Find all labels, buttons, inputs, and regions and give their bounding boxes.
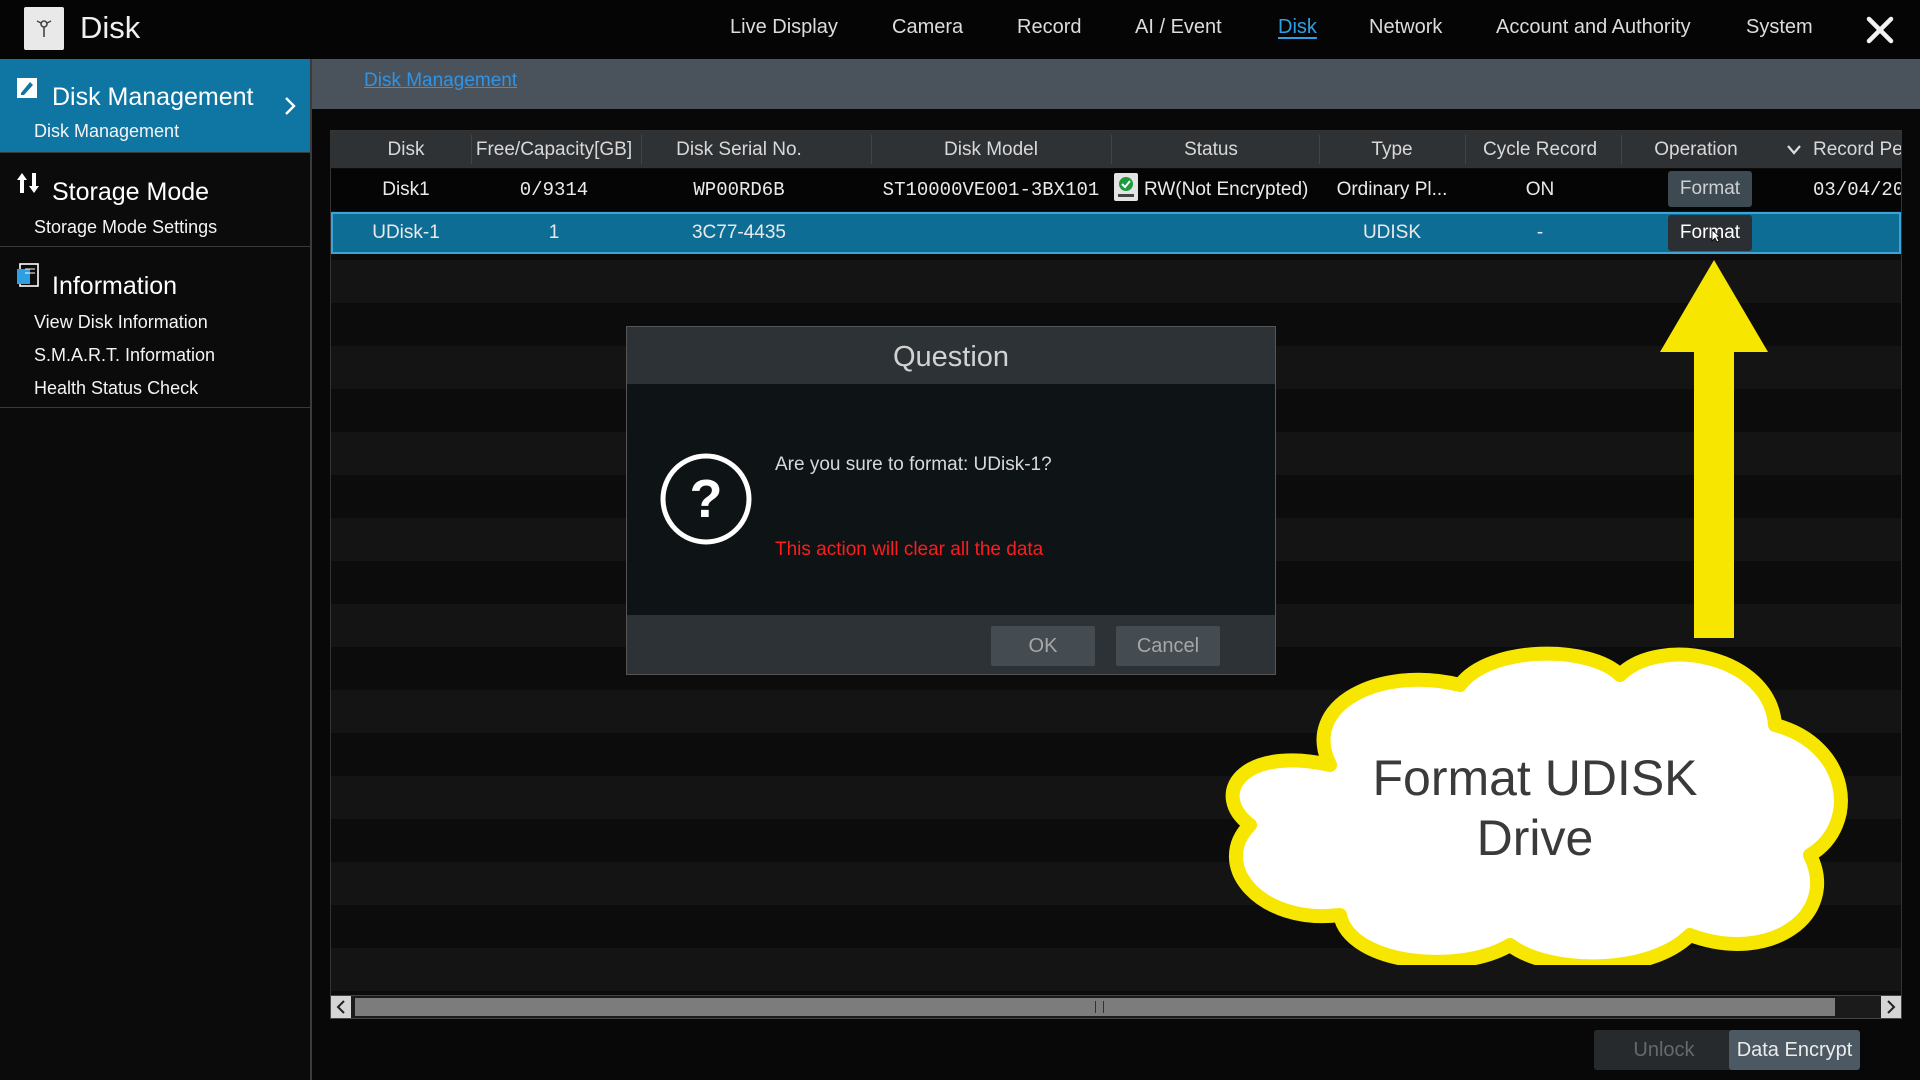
scroll-right-icon[interactable] xyxy=(1881,996,1901,1018)
unlock-button[interactable]: Unlock xyxy=(1594,1030,1734,1070)
sidebar-group-storage-mode[interactable]: Storage Mode Storage Mode Settings xyxy=(0,153,310,247)
disk-edit-icon xyxy=(16,77,38,104)
cell-serial: 3C77-4435 xyxy=(691,222,787,243)
breadcrumb-bar: Disk Management xyxy=(312,59,1920,109)
nav-system[interactable]: System xyxy=(1746,16,1813,39)
annotation-arrow-icon xyxy=(1656,256,1772,647)
cell-capacity: 0/9314 xyxy=(519,179,589,201)
column-header-type[interactable]: Type xyxy=(1319,139,1465,161)
nav-disk[interactable]: Disk xyxy=(1278,16,1317,39)
cell-record-period: 03/04/202 xyxy=(1813,179,1901,201)
table-row-selected[interactable]: UDisk-1 1 3C77-4435 UDISK - Format xyxy=(331,212,1901,254)
sidebar-subitem-smart-information[interactable]: S.M.A.R.T. Information xyxy=(34,345,215,366)
column-header-record-period[interactable]: Record Pe xyxy=(1813,139,1901,161)
cell-disk: Disk1 xyxy=(382,179,430,200)
sidebar-item-information[interactable]: Information xyxy=(52,272,177,301)
cell-disk: UDisk-1 xyxy=(372,222,440,243)
column-header-cycle-record[interactable]: Cycle Record xyxy=(1465,139,1615,161)
chevron-down-icon[interactable] xyxy=(1786,143,1802,161)
updown-arrows-icon xyxy=(16,171,40,200)
question-dialog: Question ? Are you sure to format: UDisk… xyxy=(626,326,1276,675)
dialog-header: Question xyxy=(627,327,1275,384)
sidebar-subitem-storage-mode-settings[interactable]: Storage Mode Settings xyxy=(34,217,217,238)
column-header-model[interactable]: Disk Model xyxy=(871,139,1111,161)
sidebar-item-storage-mode[interactable]: Storage Mode xyxy=(52,178,209,207)
nav-record[interactable]: Record xyxy=(1017,16,1081,39)
data-encrypt-button[interactable]: Data Encrypt xyxy=(1729,1030,1860,1070)
mouse-cursor-icon xyxy=(1711,229,1722,248)
annotation-text: Format UDISK Drive xyxy=(1330,748,1740,868)
column-header-capacity[interactable]: Free/Capacity[GB] xyxy=(471,139,637,161)
nav-ai-event[interactable]: AI / Event xyxy=(1135,16,1222,39)
cell-type: Ordinary Pl... xyxy=(1336,179,1448,200)
sidebar: Disk Management Disk Management Storage … xyxy=(0,59,312,1080)
cell-type: UDISK xyxy=(1362,222,1422,243)
dialog-title: Question xyxy=(892,341,1010,373)
question-icon: ? xyxy=(659,452,753,551)
format-button[interactable]: Format xyxy=(1668,171,1752,207)
table-row[interactable]: Disk1 0/9314 WP00RD6B ST10000VE001-3BX10… xyxy=(331,169,1901,211)
cell-cycle-record: ON xyxy=(1525,179,1555,200)
ok-button[interactable]: OK xyxy=(991,626,1095,666)
sidebar-subitem-view-disk-information[interactable]: View Disk Information xyxy=(34,312,208,333)
cell-serial: WP00RD6B xyxy=(693,179,785,201)
annotation-line-1: Format UDISK xyxy=(1372,750,1698,806)
nav-live-display[interactable]: Live Display xyxy=(730,16,838,39)
column-header-serial[interactable]: Disk Serial No. xyxy=(641,139,837,161)
format-button[interactable]: Format xyxy=(1668,215,1752,251)
app-title: Disk xyxy=(80,10,141,45)
cell-status: RW(Not Encrypted) xyxy=(1144,179,1309,200)
nav-camera[interactable]: Camera xyxy=(892,16,963,39)
sidebar-item-disk-management[interactable]: Disk Management xyxy=(52,83,253,112)
check-badge-icon xyxy=(1114,173,1138,201)
sidebar-group-information[interactable]: Information View Disk Information S.M.A.… xyxy=(0,247,310,408)
chevron-right-icon xyxy=(283,95,297,122)
horizontal-scrollbar[interactable] xyxy=(330,995,1902,1019)
close-icon[interactable] xyxy=(1864,14,1896,46)
top-bar: Disk Live Display Camera Record AI / Eve… xyxy=(0,0,1920,59)
dialog-warning: This action will clear all the data xyxy=(775,539,1044,560)
info-document-icon xyxy=(16,263,40,294)
breadcrumb[interactable]: Disk Management xyxy=(364,70,517,92)
sidebar-group-disk-management[interactable]: Disk Management Disk Management xyxy=(0,59,310,153)
scroll-left-icon[interactable] xyxy=(331,996,351,1018)
column-header-operation[interactable]: Operation xyxy=(1621,139,1771,161)
cancel-button[interactable]: Cancel xyxy=(1116,626,1220,666)
network-device-icon xyxy=(24,7,64,50)
nav-network[interactable]: Network xyxy=(1369,16,1442,39)
sidebar-subitem-disk-management[interactable]: Disk Management xyxy=(34,121,179,142)
cell-cycle-record: - xyxy=(1536,222,1544,243)
cell-capacity: 1 xyxy=(548,222,560,243)
column-header-status[interactable]: Status xyxy=(1111,139,1311,161)
cell-model: ST10000VE001-3BX101 xyxy=(882,179,1100,201)
dialog-message: Are you sure to format: UDisk-1? xyxy=(775,454,1052,475)
table-header: Disk Free/Capacity[GB] Disk Serial No. D… xyxy=(331,131,1901,168)
sidebar-subitem-health-status-check[interactable]: Health Status Check xyxy=(34,378,198,399)
annotation-line-2: Drive xyxy=(1476,810,1594,866)
scrollbar-thumb[interactable] xyxy=(355,998,1835,1016)
nav-account-authority[interactable]: Account and Authority xyxy=(1496,16,1691,39)
column-header-disk[interactable]: Disk xyxy=(356,139,456,161)
svg-text:?: ? xyxy=(690,469,723,529)
